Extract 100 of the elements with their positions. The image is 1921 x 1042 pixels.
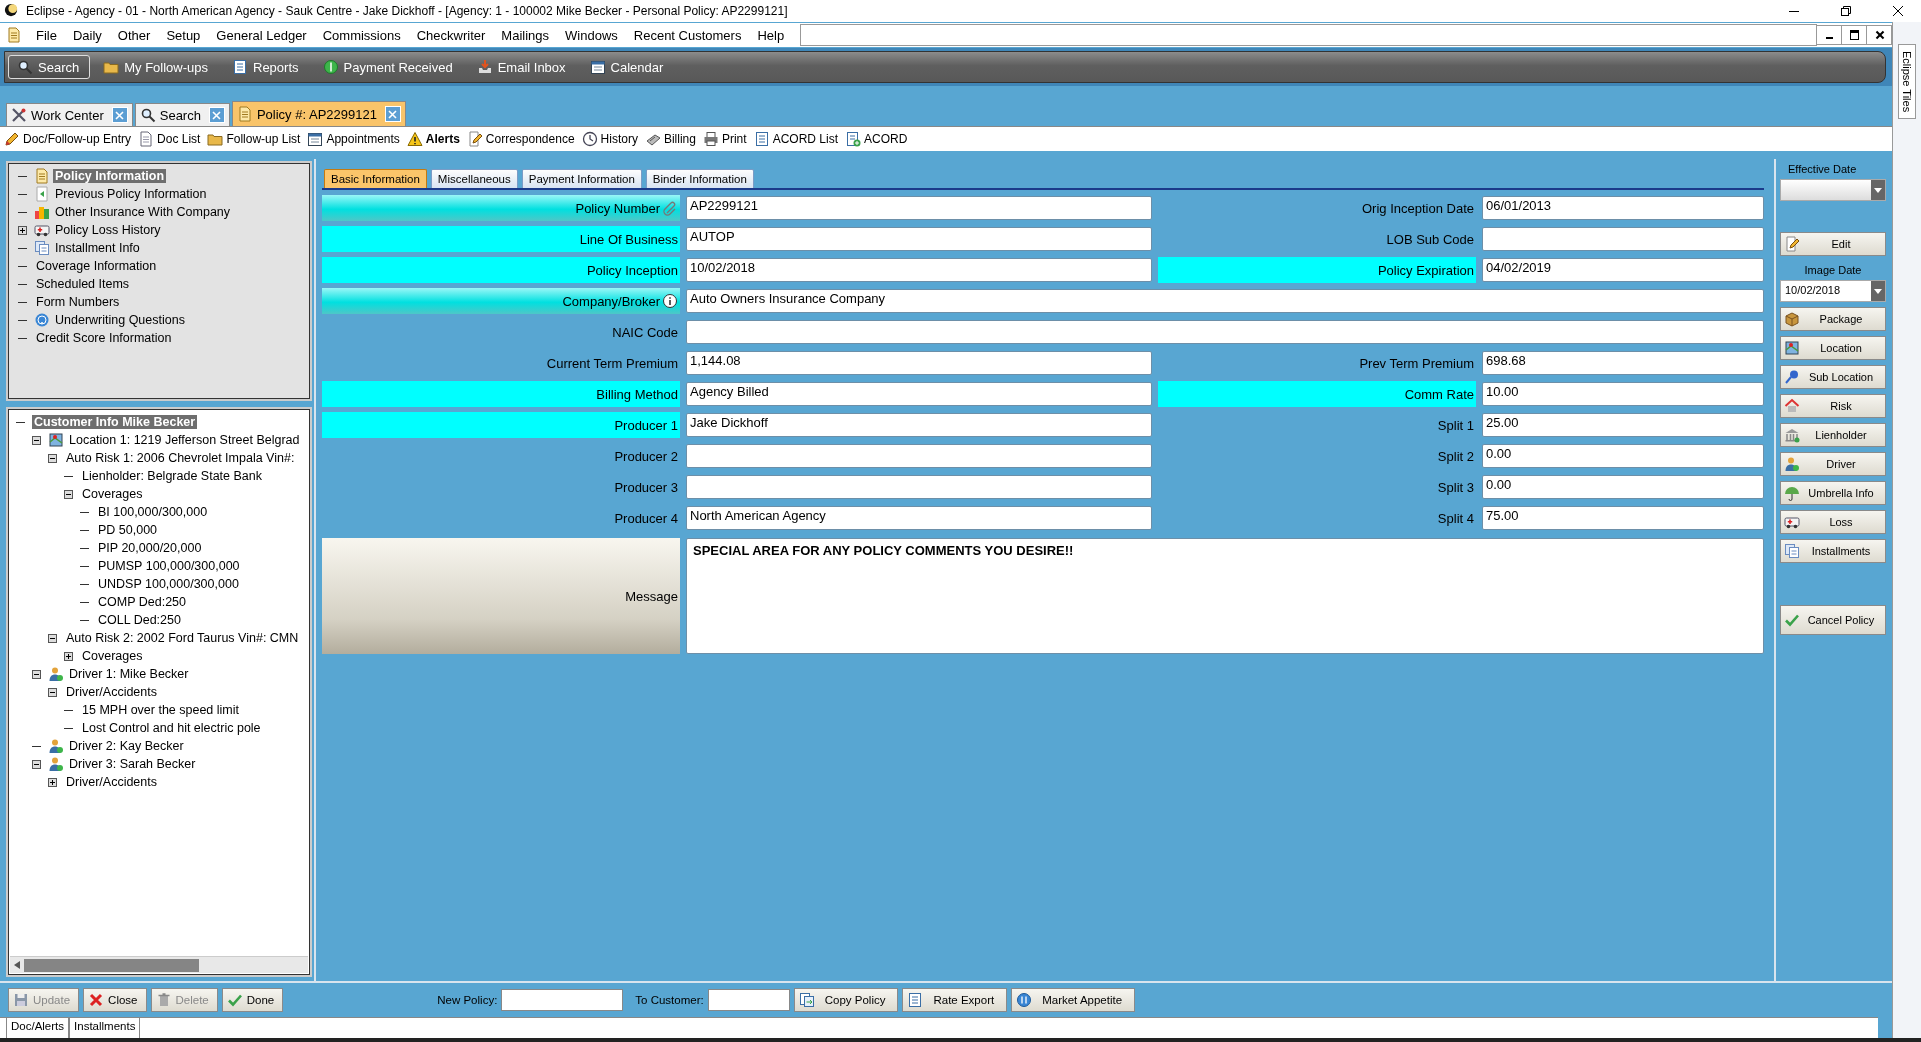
tree-item[interactable]: COMP Ded:250 <box>96 595 188 609</box>
tree-item[interactable]: Previous Policy Information <box>53 187 209 201</box>
tree-item[interactable]: Lost Control and hit electric pole <box>80 721 263 735</box>
input-field[interactable]: Agency Billed <box>686 382 1152 406</box>
tree-item[interactable]: PUMSP 100,000/300,000 <box>96 559 242 573</box>
toolbar-button[interactable]: History <box>581 131 638 147</box>
tree-item[interactable]: Coverages <box>80 487 145 501</box>
tree-item[interactable]: Customer Info Mike Becker <box>32 415 198 429</box>
side-button[interactable]: Lienholder <box>1780 423 1886 447</box>
message-box[interactable]: SPECIAL AREA FOR ANY POLICY COMMENTS YOU DESIRE!! <box>686 538 1764 654</box>
tree-item[interactable]: Auto Risk 1: 2006 Chevrolet Impala Vin#: <box>64 451 297 465</box>
input-field[interactable] <box>1482 227 1764 251</box>
menu-item[interactable]: Daily <box>64 27 110 43</box>
menu-item[interactable]: General Ledger <box>208 27 315 43</box>
paperclip-icon[interactable] <box>662 200 678 216</box>
expander-button[interactable] <box>64 489 73 499</box>
tree-item[interactable]: Underwriting Questions <box>53 313 187 327</box>
tree-item[interactable]: Policy Loss History <box>53 223 163 237</box>
input-field[interactable]: 10.00 <box>1482 382 1764 406</box>
toolbar-button[interactable]: Doc List <box>138 131 201 147</box>
dropdown-arrow-icon[interactable] <box>1874 288 1882 294</box>
info-icon[interactable] <box>662 293 678 309</box>
restore-button[interactable] <box>1841 25 1867 45</box>
menu-item[interactable]: Commissions <box>314 27 409 43</box>
tree-item[interactable]: COLL Ded:250 <box>96 613 183 627</box>
expander-button[interactable] <box>48 687 57 697</box>
menu-item[interactable]: Windows <box>557 27 626 43</box>
toolbar-button[interactable]: Reports <box>223 55 310 79</box>
to-customer-field[interactable] <box>707 989 790 1011</box>
toolbar-button[interactable]: Email Inbox <box>467 55 577 79</box>
tree-item[interactable]: UNDSP 100,000/300,000 <box>96 577 241 591</box>
side-button[interactable]: Package <box>1780 307 1886 331</box>
expander-button[interactable] <box>64 651 73 661</box>
tree-item[interactable]: Driver/Accidents <box>64 775 159 789</box>
tree-item[interactable]: Driver 3: Sarah Becker <box>67 757 198 771</box>
tree-item[interactable]: Form Numbers <box>34 295 122 309</box>
input-field[interactable]: AP2299121 <box>686 196 1152 220</box>
expander-button[interactable] <box>48 633 57 643</box>
tree-item[interactable]: Policy Information <box>53 169 167 183</box>
tree-item[interactable]: Driver/Accidents <box>64 685 159 699</box>
input-field[interactable]: Auto Owners Insurance Company <box>686 289 1764 313</box>
form-tab[interactable]: Basic Information <box>324 169 427 188</box>
input-field[interactable]: 0.00 <box>1482 444 1764 468</box>
menu-item[interactable]: Mailings <box>493 27 558 43</box>
toolbar-button[interactable]: Correspondence <box>466 131 575 147</box>
footer-button[interactable]: Done <box>221 988 284 1012</box>
form-tab[interactable]: Binder Information <box>645 169 754 188</box>
document-icon[interactable] <box>6 27 22 43</box>
input-field[interactable]: 698.68 <box>1482 351 1764 375</box>
side-button[interactable]: Driver <box>1780 452 1886 476</box>
input-field[interactable]: 04/02/2019 <box>1482 258 1764 282</box>
toolbar-button[interactable]: Alerts <box>406 131 460 147</box>
expander-button[interactable] <box>32 669 41 679</box>
form-tab[interactable]: Miscellaneous <box>430 169 518 188</box>
input-field[interactable]: Jake Dickhoff <box>686 413 1152 437</box>
tree-item[interactable]: BI 100,000/300,000 <box>96 505 210 519</box>
input-field[interactable]: 06/01/2013 <box>1482 196 1764 220</box>
scroll-left-icon[interactable] <box>14 961 20 969</box>
input-field[interactable] <box>686 475 1152 499</box>
edit-button[interactable]: Edit <box>1780 232 1886 256</box>
expander-button[interactable] <box>32 759 41 769</box>
minimize-button[interactable] <box>1816 25 1842 45</box>
footer-button[interactable]: Close <box>83 988 147 1012</box>
footer-button[interactable]: Rate Export <box>902 988 1008 1012</box>
date-dropdown[interactable]: 10/02/2018 <box>1780 280 1886 302</box>
toolbar-button[interactable]: My Follow-ups <box>94 55 219 79</box>
input-field[interactable] <box>686 444 1152 468</box>
footer-button[interactable]: Market Appetite <box>1011 988 1136 1012</box>
close-tab-icon[interactable] <box>111 107 128 123</box>
tree-item[interactable]: Driver 2: Kay Becker <box>67 739 186 753</box>
toolbar-button[interactable]: Payment Received <box>313 55 464 79</box>
expander-button[interactable] <box>32 435 41 445</box>
input-field[interactable] <box>686 320 1764 344</box>
menu-item[interactable]: Setup <box>158 27 209 43</box>
footer-button[interactable]: Copy Policy <box>793 988 899 1012</box>
input-field[interactable]: 0.00 <box>1482 475 1764 499</box>
toolbar-button[interactable]: Doc/Follow-up Entry <box>4 131 132 147</box>
new-policy-field[interactable] <box>501 989 624 1011</box>
tree-item[interactable]: Other Insurance With Company <box>53 205 233 219</box>
side-button[interactable]: Risk <box>1780 394 1886 418</box>
close-icon[interactable] <box>1892 5 1904 17</box>
toolbar-button[interactable]: ACORD <box>844 131 908 147</box>
tree-item[interactable]: Installment Info <box>53 241 142 255</box>
date-dropdown[interactable] <box>1780 179 1886 201</box>
menu-item[interactable]: Recent Customers <box>625 27 750 43</box>
toolbar-button[interactable]: Billing <box>644 131 696 147</box>
document-tab[interactable]: Policy #: AP2299121 <box>231 101 406 126</box>
expander-button[interactable] <box>18 225 27 235</box>
tree-item[interactable]: Scheduled Items <box>34 277 132 291</box>
input-field[interactable]: 75.00 <box>1482 506 1764 530</box>
tree-item[interactable]: Coverage Information <box>34 259 159 273</box>
menu-item[interactable]: Other <box>109 27 159 43</box>
tree-item[interactable]: Location 1: 1219 Jefferson Street Belgrad <box>67 433 302 447</box>
menu-item[interactable]: Help <box>749 27 793 43</box>
menu-item[interactable]: File <box>28 27 65 43</box>
input-field[interactable]: 10/02/2018 <box>686 258 1152 282</box>
tree-item[interactable]: Driver 1: Mike Becker <box>67 667 191 681</box>
input-field[interactable]: AUTOP <box>686 227 1152 251</box>
tree-item[interactable]: Credit Score Information <box>34 331 174 345</box>
toolbar-button[interactable]: Search <box>8 55 91 79</box>
